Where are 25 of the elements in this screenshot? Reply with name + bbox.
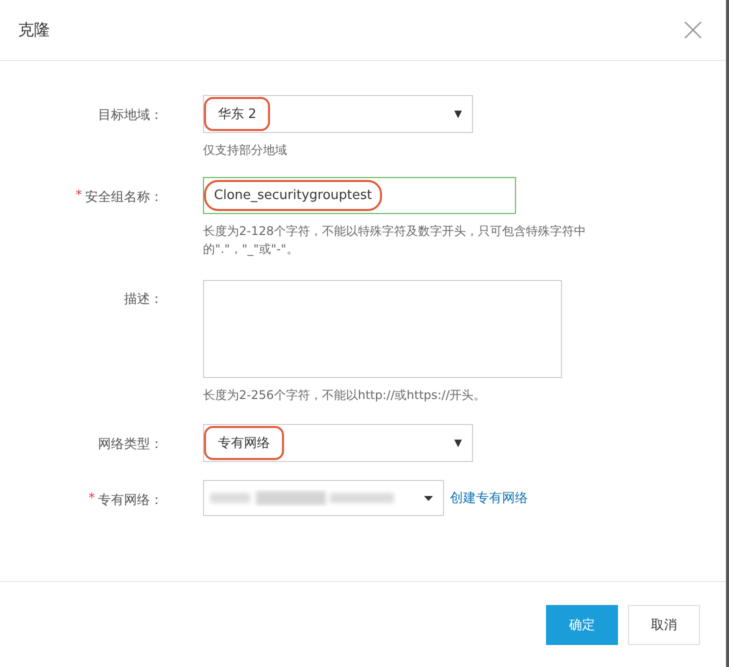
cancel-button[interactable]: 取消	[628, 605, 700, 645]
region-select[interactable]: 华东 2 ▼	[203, 95, 473, 133]
create-vpc-link[interactable]: 创建专有网络	[450, 489, 528, 507]
field-label: 目标地域：	[98, 107, 163, 124]
select-value: 华东 2	[204, 97, 270, 131]
dialog-title: 克隆	[18, 20, 50, 40]
region-select[interactable]: 专有网络 ▼	[203, 424, 473, 462]
required-asterisk: *	[76, 188, 82, 203]
field-label: 专有网络：	[98, 492, 163, 509]
input-value: Clone_securitygrouptest	[204, 180, 382, 211]
close-icon[interactable]	[684, 21, 702, 39]
hint-text: 仅支持部分地域	[203, 142, 288, 159]
vpc-select[interactable]	[203, 480, 444, 516]
dropdown-arrow: ▼	[454, 438, 462, 448]
caret-icon	[424, 496, 433, 500]
field-label: 描述：	[124, 291, 163, 308]
name-input-field[interactable]: Clone_securitygrouptest	[203, 177, 516, 214]
hint-text: 长度为2-256个字符，不能以http://或https://开头。	[203, 387, 487, 404]
dropdown-arrow: ▼	[454, 108, 462, 120]
hint-text: 长度为2-128个字符，不能以特殊字符及数字开头，只可包含特殊字符中的"."，"_"或"-"。	[203, 223, 587, 258]
description-field[interactable]	[203, 280, 562, 378]
field-label: 网络类型：	[98, 436, 163, 453]
field-label: 安全组名称：	[85, 189, 163, 206]
required-asterisk: *	[88, 491, 95, 506]
select-value: 专有网络	[204, 426, 284, 460]
